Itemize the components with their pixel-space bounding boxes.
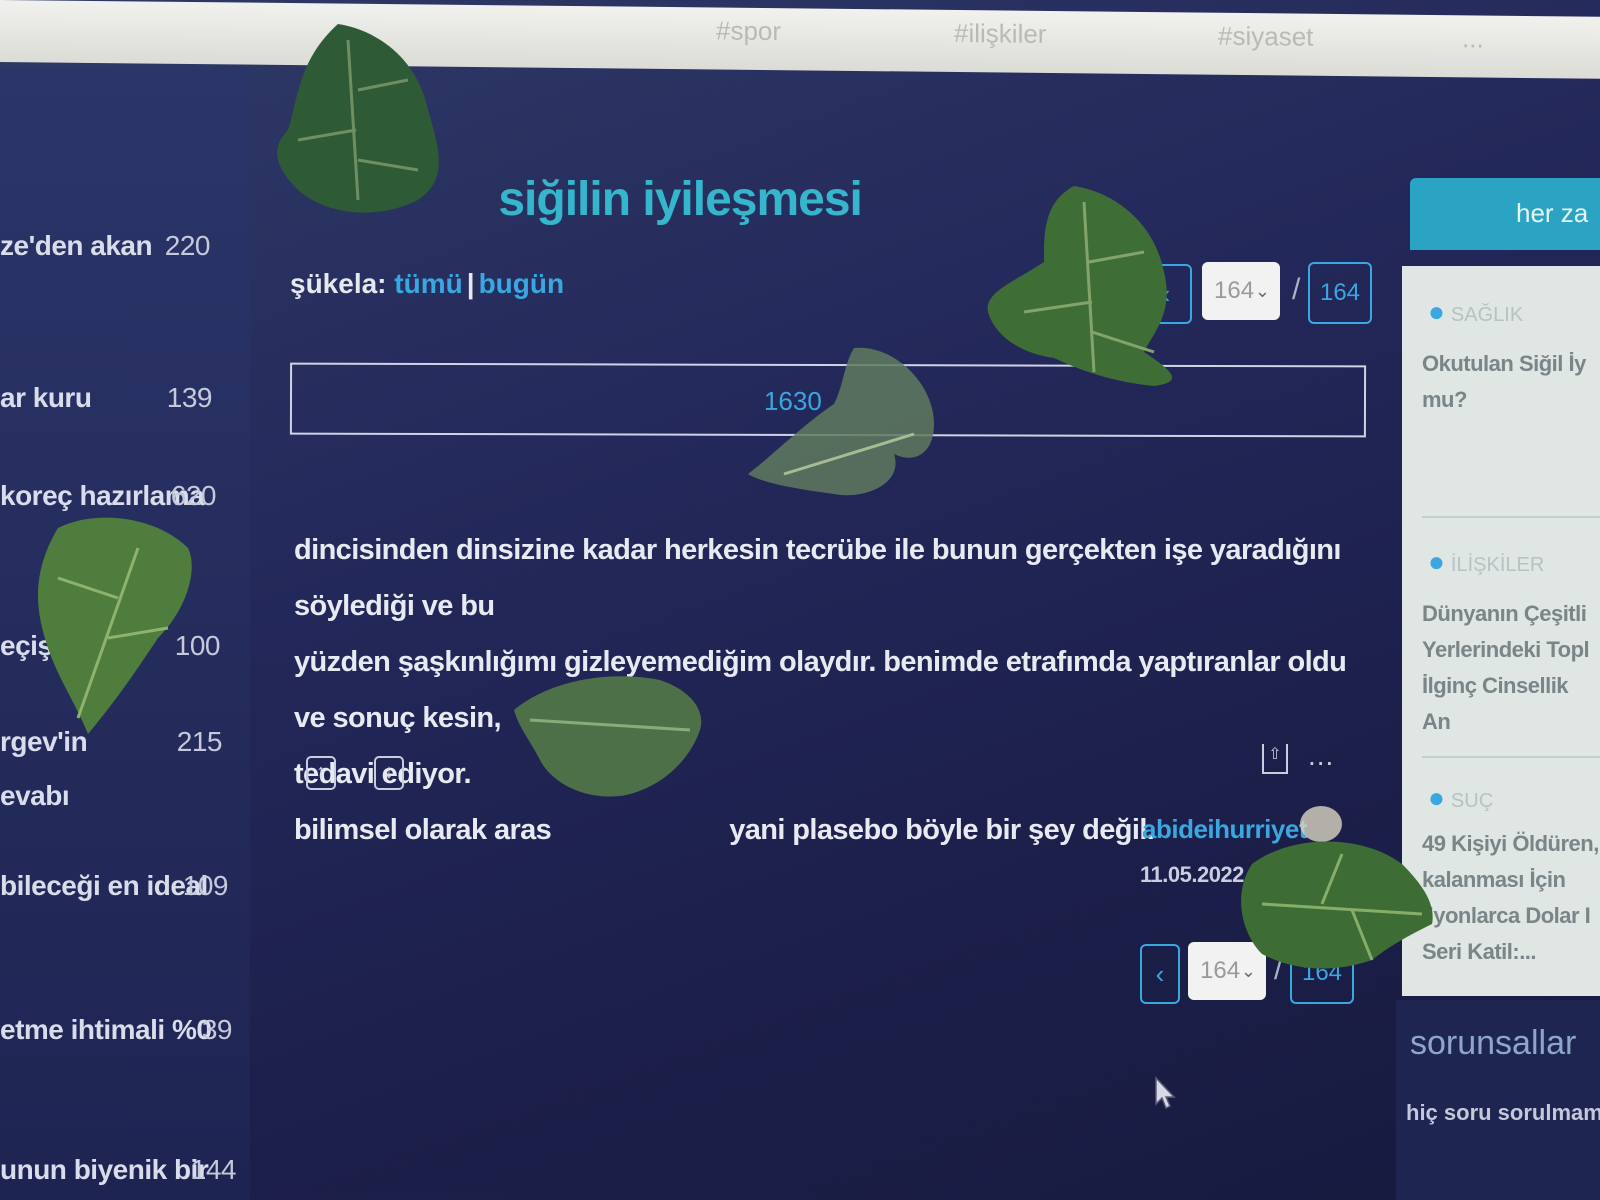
topic-count: 144 bbox=[190, 1154, 237, 1185]
entry-line: dincisinden dinsizine kadar herkesin tec… bbox=[294, 534, 1341, 622]
entry-content: dincisinden dinsizine kadar herkesin tec… bbox=[294, 522, 1364, 858]
chevron-down-icon: ⌄ bbox=[1254, 281, 1270, 301]
divider bbox=[1422, 756, 1600, 758]
drop-icon: ● bbox=[1428, 546, 1445, 577]
right-sidebar: her za ● SAĞLIK Okutulan Siğil İy mu? ● İL… bbox=[1396, 170, 1600, 1200]
entry-line: yüzden şaşkınlığımı gizleyemediğim olayd… bbox=[294, 646, 1347, 734]
sidebar-tab-header[interactable]: her za bbox=[1410, 178, 1600, 250]
downvote-icon[interactable]: ↓ bbox=[374, 756, 404, 790]
pager-slash: / bbox=[1292, 273, 1301, 306]
chevron-left-icon: ‹ bbox=[1155, 959, 1165, 989]
section-title[interactable]: sorunsallar bbox=[1410, 1024, 1576, 1063]
sidebar-article-link[interactable]: Okutulan Siğil İy mu? bbox=[1422, 346, 1586, 418]
entry-line-start: bilimsel olarak aras bbox=[294, 814, 552, 846]
leaf-overlay-icon bbox=[277, 24, 439, 213]
share-icon[interactable]: ⇧ bbox=[1262, 744, 1288, 774]
entry-line-end: yani plasebo böyle bir şey değil. bbox=[729, 814, 1155, 846]
page-select[interactable]: 164 ⌄ bbox=[1202, 262, 1280, 320]
sidebar-article-link[interactable]: Dünyanın Çeşitli Yerlerindeki Topl İlgin… bbox=[1422, 596, 1600, 740]
leaf-overlay-icon bbox=[748, 347, 934, 496]
topic-count: 139 bbox=[166, 382, 213, 413]
nav-more-icon[interactable]: ... bbox=[1462, 23, 1484, 54]
topic-title: ar kuru bbox=[0, 382, 92, 413]
topic-title: evabı bbox=[0, 780, 70, 811]
sukela-all-link[interactable]: tümü bbox=[394, 268, 462, 299]
nav-item-iliskiler[interactable]: #ilişkiler bbox=[954, 18, 1046, 50]
topic-title: etme ihtimali %0 bbox=[0, 1014, 212, 1045]
leaf-overlay-icon bbox=[38, 517, 192, 734]
page-select-value: 164 bbox=[1214, 277, 1255, 304]
topic-title: ze'den akan bbox=[0, 230, 153, 261]
leaf-overlay-icon bbox=[1241, 841, 1433, 969]
sukela-today-link[interactable]: bugün bbox=[479, 268, 565, 299]
drop-icon: ● bbox=[1428, 782, 1445, 813]
category-tag: ● SAĞLIK bbox=[1428, 296, 1524, 327]
sukela-filter: şükela: tümü | bugün bbox=[290, 268, 564, 300]
category-tag: ● SUÇ bbox=[1428, 782, 1494, 813]
sidebar-tab-label: her za bbox=[1516, 198, 1589, 228]
mouse-cursor-icon bbox=[1155, 1076, 1176, 1110]
nav-item-spor[interactable]: #spor bbox=[716, 15, 781, 47]
sukela-separator: | bbox=[466, 268, 475, 299]
pager-last-page-button[interactable]: 164 bbox=[1308, 262, 1372, 324]
sukela-label: şükela: bbox=[290, 268, 387, 299]
pager-total: 164 bbox=[1319, 279, 1361, 306]
more-options-icon[interactable]: ... bbox=[1308, 740, 1334, 772]
nav-item-siyaset[interactable]: #siyaset bbox=[1218, 21, 1313, 53]
leaf-overlay-icon bbox=[514, 676, 702, 797]
leaf-overlay-icon bbox=[987, 186, 1173, 386]
section-subtitle[interactable]: hiç soru sorulmam bbox=[1406, 1100, 1600, 1126]
category-tag: ● İLİŞKİLER bbox=[1428, 546, 1545, 577]
topic-count: 109 bbox=[182, 870, 229, 901]
drop-icon: ● bbox=[1428, 296, 1445, 327]
divider bbox=[1422, 516, 1600, 518]
topic-title: bileceği en ideal bbox=[0, 870, 208, 901]
page-title-text: siğilin iyileşmesi bbox=[498, 173, 863, 226]
topic-count: 220 bbox=[164, 230, 211, 261]
sorunsallar-section: sorunsallar hiç soru sorulmam bbox=[1396, 1000, 1600, 1200]
sidebar-article-link[interactable]: 49 Kişiyi Öldüren, kalanması İçin ilyonl… bbox=[1422, 826, 1599, 970]
entry-line: tedavi ediyor. bbox=[294, 758, 472, 790]
topic-title: unun biyenik bir bbox=[0, 1154, 209, 1185]
pager-prev-button[interactable]: ‹ bbox=[1140, 944, 1180, 1004]
topic-count: 39 bbox=[201, 1014, 233, 1045]
upvote-icon[interactable]: ↑ bbox=[306, 756, 336, 790]
top-nav: #spor #ilişkiler #siyaset ... bbox=[0, 0, 1600, 79]
